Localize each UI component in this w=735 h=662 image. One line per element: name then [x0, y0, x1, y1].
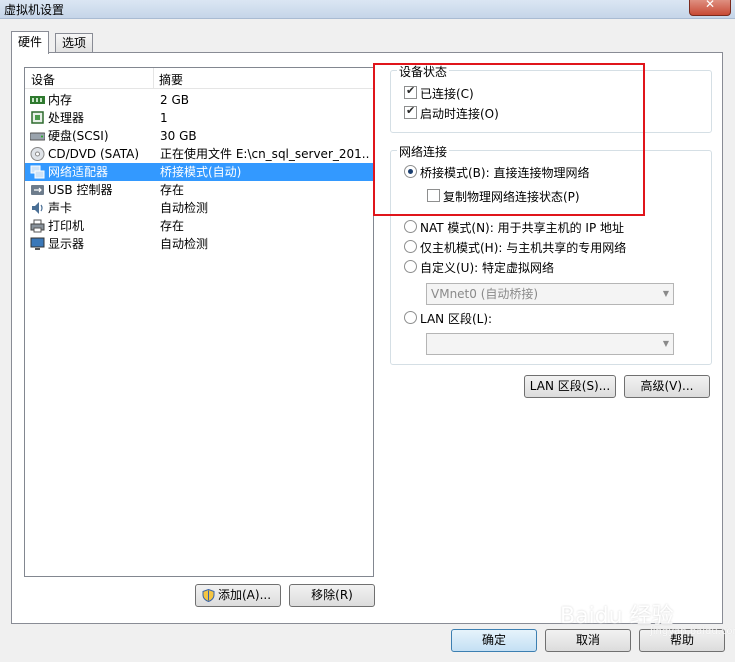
harddisk-icon: [30, 132, 45, 141]
nat-radio[interactable]: [404, 220, 417, 233]
lan-segment-radio[interactable]: [404, 311, 417, 324]
device-name: 处理器: [48, 111, 85, 125]
custom-radio[interactable]: [404, 260, 417, 273]
watermark-url: jingyan.baidu.com: [650, 626, 735, 637]
device-summary: 自动检测: [160, 237, 209, 251]
cancel-button-label: 取消: [575, 633, 600, 647]
device-name: CD/DVD (SATA): [48, 147, 140, 161]
host-only-label[interactable]: 仅主机模式(H): 与主机共享的专用网络: [420, 239, 626, 256]
device-name: 内存: [48, 93, 73, 107]
column-header-summary[interactable]: 摘要: [159, 71, 183, 88]
column-header-device[interactable]: 设备: [31, 71, 55, 88]
device-summary: 桥接模式(自动): [160, 165, 242, 179]
close-icon: ✕: [704, 0, 716, 11]
device-summary: 正在使用文件 E:\cn_sql_server_201...: [160, 147, 370, 161]
title-bar: 虚拟机设置 ✕: [0, 0, 735, 19]
window-title: 虚拟机设置: [4, 3, 65, 17]
highlight-box: [373, 63, 645, 216]
cd-dvd-icon: [30, 147, 45, 161]
chevron-down-icon: ▼: [662, 339, 669, 348]
memory-icon: [30, 96, 45, 104]
sound-icon: [32, 202, 43, 214]
tab-hardware-label: 硬件: [18, 35, 43, 49]
device-row-network-adapter[interactable]: 网络适配器 桥接模式(自动): [25, 163, 373, 181]
chevron-down-icon: ▼: [662, 289, 669, 298]
remove-button-label: 移除(R): [311, 588, 353, 602]
lan-segment-label[interactable]: LAN 区段(L):: [420, 310, 492, 327]
cancel-button[interactable]: 取消: [545, 629, 631, 652]
tab-options[interactable]: 选项: [55, 33, 94, 52]
close-button[interactable]: ✕: [689, 0, 731, 16]
add-device-button[interactable]: 添加(A)...: [195, 584, 281, 607]
display-icon: [30, 237, 45, 250]
device-summary: 2 GB: [160, 93, 189, 107]
host-only-radio[interactable]: [404, 240, 417, 253]
device-summary: 存在: [160, 183, 185, 197]
custom-label[interactable]: 自定义(U): 特定虚拟网络: [420, 259, 554, 276]
tab-hardware[interactable]: 硬件: [11, 31, 50, 54]
device-row-cd-dvd[interactable]: CD/DVD (SATA) 正在使用文件 E:\cn_sql_server_20…: [25, 145, 373, 163]
advanced-button-label: 高级(V)...: [640, 379, 694, 393]
advanced-button[interactable]: 高级(V)...: [624, 375, 710, 398]
printer-icon: [30, 219, 45, 233]
custom-network-select[interactable]: VMnet0 (自动桥接) ▼: [426, 283, 674, 305]
device-name: 显示器: [48, 237, 85, 251]
device-summary: 存在: [160, 219, 185, 233]
column-separator[interactable]: [153, 68, 154, 88]
shield-icon: [202, 589, 215, 602]
device-list-header: 设备 摘要: [25, 68, 373, 89]
add-button-label: 添加(A)...: [218, 588, 272, 602]
device-row-usb[interactable]: USB 控制器 存在: [25, 181, 373, 199]
usb-icon: [31, 185, 44, 195]
processor-icon: [31, 111, 44, 124]
device-summary: 自动检测: [160, 201, 209, 215]
lan-segments-button-label: LAN 区段(S)...: [529, 379, 611, 393]
device-name: 网络适配器: [48, 165, 109, 179]
device-name: 硬盘(SCSI): [48, 129, 109, 143]
device-row-memory[interactable]: 内存 2 GB: [25, 91, 373, 109]
device-list[interactable]: 设备 摘要 内存 2 GB 处理器 1 硬盘(SCSI) 30 GB CD/DV…: [24, 67, 374, 577]
custom-network-value: VMnet0 (自动桥接): [431, 287, 539, 301]
device-row-harddisk[interactable]: 硬盘(SCSI) 30 GB: [25, 127, 373, 145]
device-row-printer[interactable]: 打印机 存在: [25, 217, 373, 235]
device-summary: 1: [160, 111, 168, 125]
device-name: USB 控制器: [48, 183, 113, 197]
device-row-display[interactable]: 显示器 自动检测: [25, 235, 373, 253]
lan-segment-select[interactable]: ▼: [426, 333, 674, 355]
nat-label[interactable]: NAT 模式(N): 用于共享主机的 IP 地址: [420, 219, 624, 236]
device-row-sound[interactable]: 声卡 自动检测: [25, 199, 373, 217]
ok-button[interactable]: 确定: [451, 629, 537, 652]
tab-options-label: 选项: [62, 36, 87, 50]
device-row-processor[interactable]: 处理器 1: [25, 109, 373, 127]
ok-button-label: 确定: [481, 633, 506, 647]
device-summary: 30 GB: [160, 129, 197, 143]
device-name: 打印机: [48, 219, 85, 233]
remove-device-button[interactable]: 移除(R): [289, 584, 375, 607]
lan-segments-button[interactable]: LAN 区段(S)...: [524, 375, 616, 398]
device-name: 声卡: [48, 201, 73, 215]
network-adapter-icon: [30, 165, 45, 179]
